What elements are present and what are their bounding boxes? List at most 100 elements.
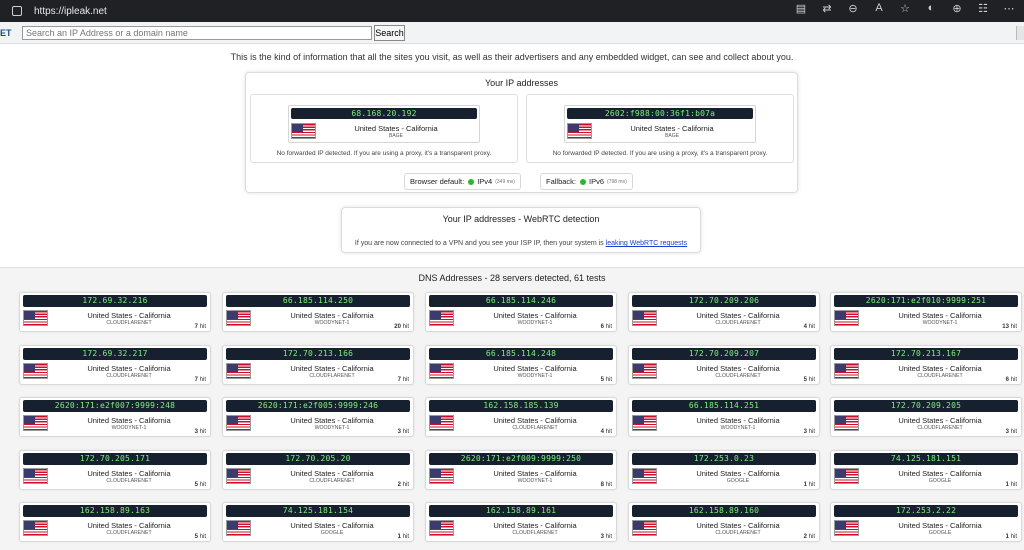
dns-server-ip[interactable]: 66.185.114.248: [429, 348, 613, 360]
search-button[interactable]: Search: [374, 25, 405, 41]
dns-server-ip[interactable]: 172.69.32.216: [23, 295, 207, 307]
browser-default-proto: IPv4: [477, 177, 493, 186]
dns-server-location: United States - California: [493, 469, 577, 478]
dns-server-card: 172.70.213.167 United States - California…: [830, 345, 1022, 385]
dns-server-location: United States - California: [290, 364, 374, 373]
ip-address[interactable]: 68.168.20.192: [291, 108, 477, 119]
hit-count: 7: [194, 324, 198, 330]
dns-server-ip[interactable]: 162.158.89.163: [23, 505, 207, 517]
dns-server-ip[interactable]: 172.70.209.205: [834, 400, 1018, 412]
address-bar-url[interactable]: https://ipleak.net: [34, 6, 107, 17]
settings-icon[interactable]: ◐: [924, 2, 938, 15]
collections-icon[interactable]: ☷: [976, 2, 990, 15]
dns-server-ip[interactable]: 172.70.209.207: [632, 348, 816, 360]
ip-location: United States - California: [630, 124, 714, 133]
dns-server-isp: GOOGLE: [928, 478, 952, 484]
extensions-icon[interactable]: ⊕: [950, 2, 964, 15]
dns-server-location: United States - California: [87, 469, 171, 478]
dns-server-ip[interactable]: 172.69.32.217: [23, 348, 207, 360]
hit-count: 5: [194, 482, 198, 488]
site-toolbar: ET Search: [0, 22, 1024, 44]
dns-server-ip[interactable]: 66.185.114.246: [429, 295, 613, 307]
dns-server-isp: CLOUDFLARENET: [309, 373, 355, 379]
ip-isp: BAGE: [389, 133, 403, 139]
dns-server-hits: 8 hit: [601, 482, 612, 488]
dns-server-card: 66.185.114.251 United States - California…: [628, 397, 820, 437]
dns-server-ip[interactable]: 2620:171:e2f007:9999:248: [23, 400, 207, 412]
dns-server-ip[interactable]: 2620:171:e2f010:9999:251: [834, 295, 1018, 307]
us-flag-icon: [834, 520, 859, 536]
dns-server-location: United States - California: [696, 416, 780, 425]
dns-server-card: 172.70.205.20 United States - California C…: [222, 450, 414, 490]
zoom-icon[interactable]: ⊖: [846, 2, 860, 15]
dns-server-ip[interactable]: 2620:171:e2f005:9999:246: [226, 400, 410, 412]
dns-server-ip[interactable]: 74.125.181.154: [226, 505, 410, 517]
dns-server-ip[interactable]: 162.158.89.161: [429, 505, 613, 517]
dns-server-isp: GOOGLE: [928, 530, 952, 536]
dns-server-isp: CLOUDFLARENET: [512, 425, 558, 431]
dns-title: DNS Addresses - 28 servers detected, 61 …: [418, 273, 606, 283]
dns-server-location: United States - California: [898, 416, 982, 425]
dns-server-isp: WOODYNET-1: [314, 320, 350, 326]
hit-label: hit: [808, 482, 815, 488]
hit-label: hit: [605, 377, 612, 383]
dns-server-ip[interactable]: 162.158.185.139: [429, 400, 613, 412]
favorite-icon[interactable]: ☆: [898, 2, 912, 15]
dns-server-ip[interactable]: 172.253.2.22: [834, 505, 1018, 517]
dns-server-ip[interactable]: 162.158.89.160: [632, 505, 816, 517]
status-dot-icon: [468, 178, 475, 185]
us-flag-icon: [23, 310, 48, 326]
dns-server-card: 2620:171:e2f010:9999:251 United States - …: [830, 292, 1022, 332]
dns-server-isp: WOODYNET-1: [517, 320, 553, 326]
dns-server-hits: 3 hit: [601, 534, 612, 540]
dns-server-location: United States - California: [696, 364, 780, 373]
dns-server-ip[interactable]: 172.70.205.171: [23, 453, 207, 465]
dns-server-ip[interactable]: 74.125.181.151: [834, 453, 1018, 465]
dns-server-location: United States - California: [87, 521, 171, 530]
address-bar[interactable]: https://ipleak.net: [12, 2, 812, 20]
ip-location: United States - California: [354, 124, 438, 133]
hit-count: 1: [803, 482, 807, 488]
hit-count: 4: [600, 429, 604, 435]
dns-server-location: United States - California: [493, 521, 577, 530]
dns-server-ip[interactable]: 66.185.114.251: [632, 400, 816, 412]
search-input[interactable]: [22, 26, 372, 40]
browser-toolbar-icons: ▤ ⇄ ⊖ A ☆ ◐ ⊕ ☷ ⋯: [794, 2, 1016, 15]
dns-server-ip[interactable]: 172.253.0.23: [632, 453, 816, 465]
dns-server-hits: 7 hit: [195, 377, 206, 383]
us-flag-icon: [632, 363, 657, 379]
dns-server-location: United States - California: [493, 311, 577, 320]
dns-server-hits: 6 hit: [1006, 377, 1017, 383]
us-flag-icon: [834, 468, 859, 484]
hit-label: hit: [199, 377, 206, 383]
menu-icon[interactable]: ⋯: [1002, 2, 1016, 15]
dns-server-card: 74.125.181.151 United States - California…: [830, 450, 1022, 490]
hit-count: 3: [600, 534, 604, 540]
webrtc-leak-link[interactable]: leaking WebRTC requests: [606, 240, 687, 247]
hit-label: hit: [605, 534, 612, 540]
hit-label: hit: [199, 482, 206, 488]
dns-server-ip[interactable]: 172.70.213.167: [834, 348, 1018, 360]
hit-label: hit: [402, 482, 409, 488]
dns-server-ip[interactable]: 172.70.213.166: [226, 348, 410, 360]
ip-address[interactable]: 2602:f988:00:36f1:b07a: [567, 108, 753, 119]
reader-icon[interactable]: ▤: [794, 2, 808, 15]
dns-server-location: United States - California: [696, 469, 780, 478]
dns-server-ip[interactable]: 2620:171:e2f009:9999:250: [429, 453, 613, 465]
dns-server-ip[interactable]: 66.185.114.250: [226, 295, 410, 307]
dns-server-card: 2620:171:e2f005:9999:246 United States - …: [222, 397, 414, 437]
dns-server-location: United States - California: [493, 364, 577, 373]
dns-server-location: United States - California: [87, 416, 171, 425]
hit-count: 5: [194, 534, 198, 540]
lock-icon[interactable]: [12, 6, 22, 16]
your-ip-title: Your IP addresses: [484, 78, 559, 88]
site-logo[interactable]: ET: [0, 28, 12, 38]
us-flag-icon: [23, 363, 48, 379]
hit-count: 4: [803, 324, 807, 330]
dns-server-ip[interactable]: 172.70.205.20: [226, 453, 410, 465]
hit-count: 1: [1005, 482, 1009, 488]
dns-server-hits: 5 hit: [195, 534, 206, 540]
read-aloud-icon[interactable]: A: [872, 2, 886, 15]
translate-icon[interactable]: ⇄: [820, 2, 834, 15]
dns-server-ip[interactable]: 172.70.209.206: [632, 295, 816, 307]
